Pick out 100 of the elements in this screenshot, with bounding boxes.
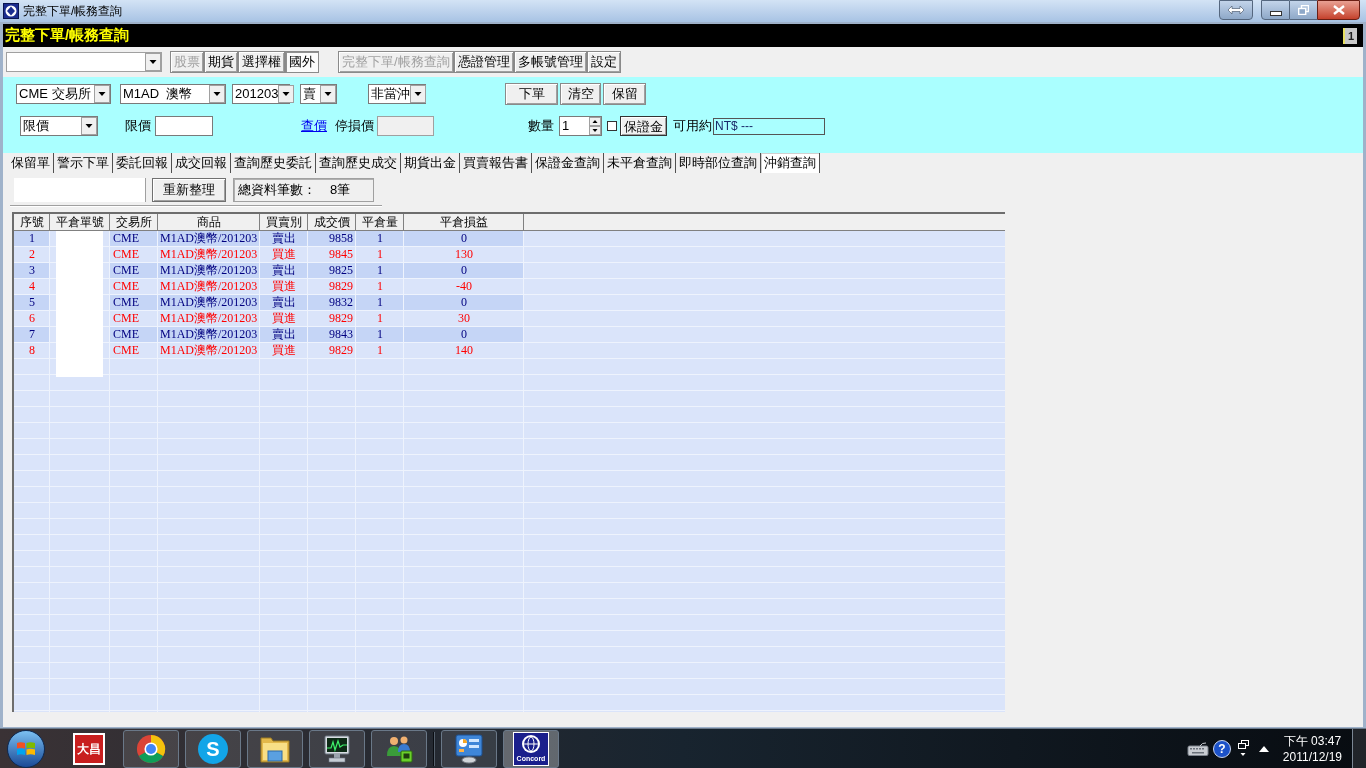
table-cell: 賣出 bbox=[260, 231, 308, 247]
margin-button[interactable]: 保證金 bbox=[620, 116, 667, 136]
total-label: 總資料筆數： bbox=[238, 181, 316, 200]
help-button[interactable]: ? bbox=[1212, 739, 1231, 758]
tab[interactable]: 沖銷查詢 bbox=[761, 153, 820, 173]
tab[interactable]: 成交回報 bbox=[172, 153, 231, 173]
column-header: 平倉單號 bbox=[50, 214, 110, 230]
taskbar-button[interactable] bbox=[309, 729, 365, 768]
windows-stack-icon[interactable] bbox=[1236, 739, 1249, 758]
tab[interactable]: 查詢歷史成交 bbox=[316, 153, 401, 173]
toolbar-button[interactable]: 多帳號管理 bbox=[513, 51, 587, 73]
minimize-button[interactable] bbox=[1261, 0, 1290, 20]
number-button[interactable]: 1 bbox=[1343, 27, 1357, 44]
price-type-select[interactable]: 限價 bbox=[20, 116, 98, 136]
action-button[interactable]: 保留 bbox=[603, 83, 646, 105]
table-cell: 0 bbox=[404, 327, 524, 343]
double-arrow-button[interactable] bbox=[1219, 0, 1253, 20]
table-cell: CME bbox=[110, 247, 158, 263]
table-cell: 8 bbox=[14, 343, 50, 359]
action-button[interactable]: 清空 bbox=[560, 83, 601, 105]
tab[interactable]: 保留單 bbox=[8, 153, 54, 173]
app-logo-icon bbox=[3, 3, 19, 19]
header-title: 完整下單/帳務查詢 bbox=[5, 25, 130, 46]
close-icon bbox=[1332, 5, 1345, 15]
table-cell: 30 bbox=[404, 311, 524, 327]
query-field[interactable] bbox=[14, 178, 146, 202]
table-cell: 2 bbox=[14, 247, 50, 263]
table-cell: 1 bbox=[356, 247, 404, 263]
table-cell: 1 bbox=[356, 343, 404, 359]
table-cell: CME bbox=[110, 295, 158, 311]
market-button[interactable]: 選擇權 bbox=[238, 51, 285, 73]
table-cell: 9858 bbox=[308, 231, 356, 247]
caret-icon bbox=[278, 85, 295, 103]
checkbox[interactable] bbox=[607, 121, 617, 131]
refresh-button[interactable]: 重新整理 bbox=[152, 178, 226, 202]
table-cell: 1 bbox=[356, 279, 404, 295]
start-button[interactable] bbox=[7, 729, 45, 768]
taskbar-button[interactable] bbox=[123, 729, 179, 768]
dashboard-icon bbox=[453, 733, 485, 764]
table-cell: 6 bbox=[14, 311, 50, 327]
tab[interactable]: 警示下單 bbox=[54, 153, 113, 173]
column-header: 平倉損益 bbox=[404, 214, 524, 230]
table-cell: 9829 bbox=[308, 279, 356, 295]
table-cell: 賣出 bbox=[260, 295, 308, 311]
table-cell: 9825 bbox=[308, 263, 356, 279]
exchange-select[interactable]: CME 交易所 bbox=[16, 84, 111, 104]
table-cell: 130 bbox=[404, 247, 524, 263]
restore-button[interactable] bbox=[1290, 0, 1317, 20]
limit-price-field[interactable] bbox=[155, 116, 213, 136]
window-title: 完整下單/帳務查詢 bbox=[23, 3, 123, 20]
table-cell: 0 bbox=[404, 263, 524, 279]
clock-time[interactable]: 下午 03:47 bbox=[1283, 732, 1342, 749]
toolbar-button[interactable]: 設定 bbox=[586, 51, 621, 73]
flag-logo-icon bbox=[16, 740, 36, 757]
table-cell: 1 bbox=[356, 311, 404, 327]
table-cell: 0 bbox=[404, 295, 524, 311]
spin-arrows-icon bbox=[589, 117, 601, 135]
table-cell: -40 bbox=[404, 279, 524, 295]
taskbar-button[interactable] bbox=[247, 729, 303, 768]
account-select[interactable] bbox=[6, 52, 162, 72]
toolbar-button[interactable]: 憑證管理 bbox=[453, 51, 514, 73]
tricolor-circle-icon bbox=[136, 733, 166, 764]
taskbar-button[interactable]: 大昌 bbox=[61, 729, 117, 768]
field-label: 可用約 bbox=[673, 117, 712, 136]
total-count: 8筆 bbox=[330, 181, 351, 200]
table-cell: 9843 bbox=[308, 327, 356, 343]
tab[interactable]: 買賣報告書 bbox=[460, 153, 532, 173]
tab[interactable]: 期貨出金 bbox=[401, 153, 460, 173]
day-trade-select[interactable]: 非當沖 bbox=[368, 84, 426, 104]
show-desktop-button[interactable] bbox=[1352, 729, 1366, 768]
table-cell: CME bbox=[110, 327, 158, 343]
quantity-spinner[interactable]: 1 bbox=[559, 116, 602, 136]
clock-date[interactable]: 2011/12/19 bbox=[1282, 748, 1342, 765]
caret-icon bbox=[81, 117, 97, 135]
monitor-chart-icon bbox=[321, 733, 353, 764]
column-header: 成交價 bbox=[308, 214, 356, 230]
keyboard-icon[interactable] bbox=[1186, 741, 1209, 756]
close-button[interactable] bbox=[1317, 0, 1360, 20]
quote-link[interactable]: 查價 bbox=[301, 116, 327, 136]
product-select[interactable]: M1AD 澳幣 bbox=[120, 84, 226, 104]
table-cell: CME bbox=[110, 311, 158, 327]
tab[interactable]: 保證金查詢 bbox=[532, 153, 604, 173]
action-button[interactable]: 下單 bbox=[505, 83, 558, 105]
market-button[interactable]: 期貨 bbox=[204, 51, 238, 73]
table-cell: 3 bbox=[14, 263, 50, 279]
side-select[interactable]: 賣 bbox=[300, 84, 337, 104]
caret-icon bbox=[320, 85, 336, 103]
chevron-up-icon[interactable] bbox=[1258, 745, 1269, 752]
stop-price-field[interactable] bbox=[377, 116, 434, 136]
taskbar-button[interactable] bbox=[441, 729, 497, 768]
tab[interactable]: 委託回報 bbox=[113, 153, 172, 173]
table-cell: 4 bbox=[14, 279, 50, 295]
table-cell: M1AD澳幣/201203 bbox=[158, 343, 260, 359]
table-cell: M1AD澳幣/201203 bbox=[158, 231, 260, 247]
tab[interactable]: 查詢歷史委託 bbox=[231, 153, 316, 173]
tab[interactable]: 未平倉查詢 bbox=[604, 153, 676, 173]
table-cell: M1AD澳幣/201203 bbox=[158, 247, 260, 263]
taskbar-button[interactable] bbox=[371, 729, 427, 768]
market-button[interactable]: 國外 bbox=[285, 51, 319, 73]
caret-icon bbox=[94, 85, 110, 103]
